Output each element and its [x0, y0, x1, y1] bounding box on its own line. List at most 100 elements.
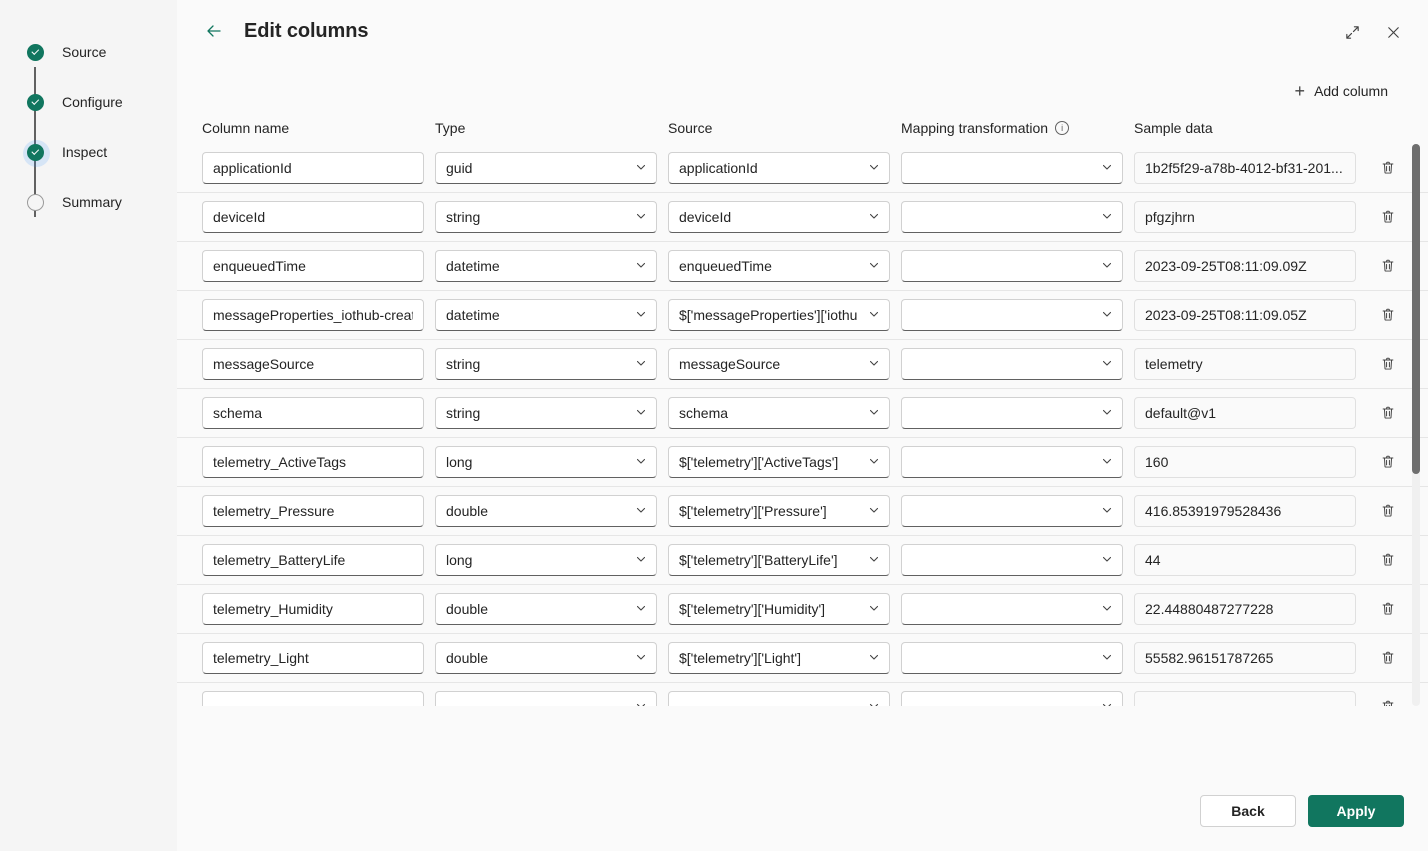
chevron-down-icon	[635, 405, 647, 421]
source-select[interactable]: deviceId	[668, 201, 890, 233]
add-column-label: Add column	[1314, 83, 1388, 99]
column-name-input[interactable]: messageSource	[202, 348, 424, 380]
expand-diagonal-icon[interactable]	[1338, 18, 1366, 46]
delete-row-button[interactable]	[1373, 643, 1403, 673]
mapping-transformation-select[interactable]	[901, 152, 1123, 184]
wizard-step-summary[interactable]: Summary	[27, 177, 177, 227]
cell-sample-data: 44	[1134, 544, 1367, 576]
info-icon[interactable]: i	[1055, 121, 1070, 135]
column-name-value: telemetry_ActiveTags	[213, 454, 347, 470]
chevron-down-icon	[868, 405, 880, 421]
column-name-input[interactable]: deviceId	[202, 201, 424, 233]
column-name-input[interactable]: schema	[202, 397, 424, 429]
column-name-input[interactable]: telemetry_ActiveTags	[202, 446, 424, 478]
mapping-transformation-select[interactable]	[901, 642, 1123, 674]
source-select[interactable]: $['telemetry']['Humidity']	[668, 593, 890, 625]
mapping-transformation-select[interactable]	[901, 250, 1123, 282]
delete-row-button[interactable]	[1373, 202, 1403, 232]
table-rows-scroll-area[interactable]: applicationId guid applicationId 1b2f5f29-a…	[177, 144, 1428, 706]
type-select[interactable]: double	[435, 642, 657, 674]
back-button[interactable]: Back	[1200, 795, 1296, 827]
mapping-transformation-select[interactable]	[901, 397, 1123, 429]
wizard-step-configure[interactable]: Configure	[27, 77, 177, 127]
cell-delete	[1367, 349, 1413, 379]
add-column-button[interactable]: + Add column	[1289, 78, 1394, 104]
source-select[interactable]: schema	[668, 397, 890, 429]
wizard-step-source[interactable]: Source	[27, 27, 177, 77]
mapping-transformation-select[interactable]	[901, 446, 1123, 478]
source-select[interactable]: applicationId	[668, 152, 890, 184]
sample-text: default@v1	[1145, 405, 1217, 421]
column-name-input[interactable]: messageProperties_iothub-creat	[202, 299, 424, 331]
column-name-input[interactable]: telemetry_Humidity	[202, 593, 424, 625]
type-select[interactable]: datetime	[435, 299, 657, 331]
sample-text: 2023-09-25T08:11:09.09Z	[1145, 258, 1307, 274]
close-icon[interactable]	[1379, 18, 1407, 46]
mapping-transformation-select[interactable]	[901, 593, 1123, 625]
delete-row-button[interactable]	[1373, 594, 1403, 624]
mapping-transformation-select[interactable]	[901, 495, 1123, 527]
source-select[interactable]: $['messageProperties']['iothu	[668, 299, 890, 331]
mapping-transformation-select[interactable]	[901, 544, 1123, 576]
plus-icon: +	[1294, 81, 1306, 101]
type-select[interactable]: datetime	[435, 250, 657, 282]
delete-row-button[interactable]	[1373, 545, 1403, 575]
mapping-transformation-select[interactable]	[901, 348, 1123, 380]
panel-header: Edit columns	[177, 0, 1428, 62]
column-name-input[interactable]: telemetry_Light	[202, 642, 424, 674]
source-select[interactable]: $['telemetry']['ActiveTags']	[668, 446, 890, 478]
arrow-left-icon[interactable]	[202, 19, 226, 43]
delete-row-button[interactable]	[1373, 692, 1403, 706]
delete-row-button[interactable]	[1373, 496, 1403, 526]
source-select[interactable]: messageSource	[668, 348, 890, 380]
delete-row-button[interactable]	[1373, 251, 1403, 281]
column-name-input[interactable]: telemetry_BatteryLife	[202, 544, 424, 576]
type-value: double	[446, 503, 489, 519]
delete-row-button[interactable]	[1373, 398, 1403, 428]
chevron-down-icon	[1101, 454, 1113, 470]
mapping-transformation-select[interactable]	[901, 691, 1123, 706]
column-name-input[interactable]: enqueuedTime	[202, 250, 424, 282]
type-select[interactable]: string	[435, 201, 657, 233]
type-select[interactable]: string	[435, 397, 657, 429]
source-value: enqueuedTime	[679, 258, 772, 274]
delete-row-button[interactable]	[1373, 349, 1403, 379]
cell-type: guid	[435, 152, 668, 184]
column-name-input[interactable]: telemetry_Pressure	[202, 495, 424, 527]
table-scrollbar-track[interactable]	[1412, 144, 1420, 706]
type-select[interactable]: long	[435, 544, 657, 576]
apply-button[interactable]: Apply	[1308, 795, 1404, 827]
source-value: deviceId	[679, 209, 732, 225]
header-source: Source	[668, 120, 713, 136]
type-select[interactable]: long	[435, 446, 657, 478]
cell-type: long	[435, 446, 668, 478]
cell-type: string	[435, 201, 668, 233]
delete-row-button[interactable]	[1373, 447, 1403, 477]
source-select[interactable]: $['telemetry']['Pressure']	[668, 495, 890, 527]
cell-column-name: messageProperties_iothub-creat	[202, 299, 435, 331]
type-select[interactable]	[435, 691, 657, 706]
source-select[interactable]: $['telemetry']['BatteryLife']	[668, 544, 890, 576]
delete-row-button[interactable]	[1373, 153, 1403, 183]
type-select[interactable]: string	[435, 348, 657, 380]
mapping-transformation-select[interactable]	[901, 201, 1123, 233]
source-select[interactable]: enqueuedTime	[668, 250, 890, 282]
chevron-down-icon	[1101, 160, 1113, 176]
column-name-input[interactable]: applicationId	[202, 152, 424, 184]
table-scrollbar-thumb[interactable]	[1412, 144, 1420, 474]
source-select[interactable]: $['telemetry']['Light']	[668, 642, 890, 674]
table-row: enqueuedTime datetime enqueuedTime 2023-09-…	[177, 242, 1428, 291]
delete-row-button[interactable]	[1373, 300, 1403, 330]
wizard-step-inspect[interactable]: Inspect	[23, 127, 177, 177]
sample-data-value: 2023-09-25T08:11:09.05Z	[1134, 299, 1356, 331]
cell-sample-data: 2023-09-25T08:11:09.09Z	[1134, 250, 1367, 282]
cell-type: double	[435, 495, 668, 527]
column-name-input[interactable]	[202, 691, 424, 706]
source-select[interactable]	[668, 691, 890, 706]
type-select[interactable]: guid	[435, 152, 657, 184]
type-select[interactable]: double	[435, 495, 657, 527]
chevron-down-icon	[635, 356, 647, 372]
sample-data-value: default@v1	[1134, 397, 1356, 429]
type-select[interactable]: double	[435, 593, 657, 625]
mapping-transformation-select[interactable]	[901, 299, 1123, 331]
